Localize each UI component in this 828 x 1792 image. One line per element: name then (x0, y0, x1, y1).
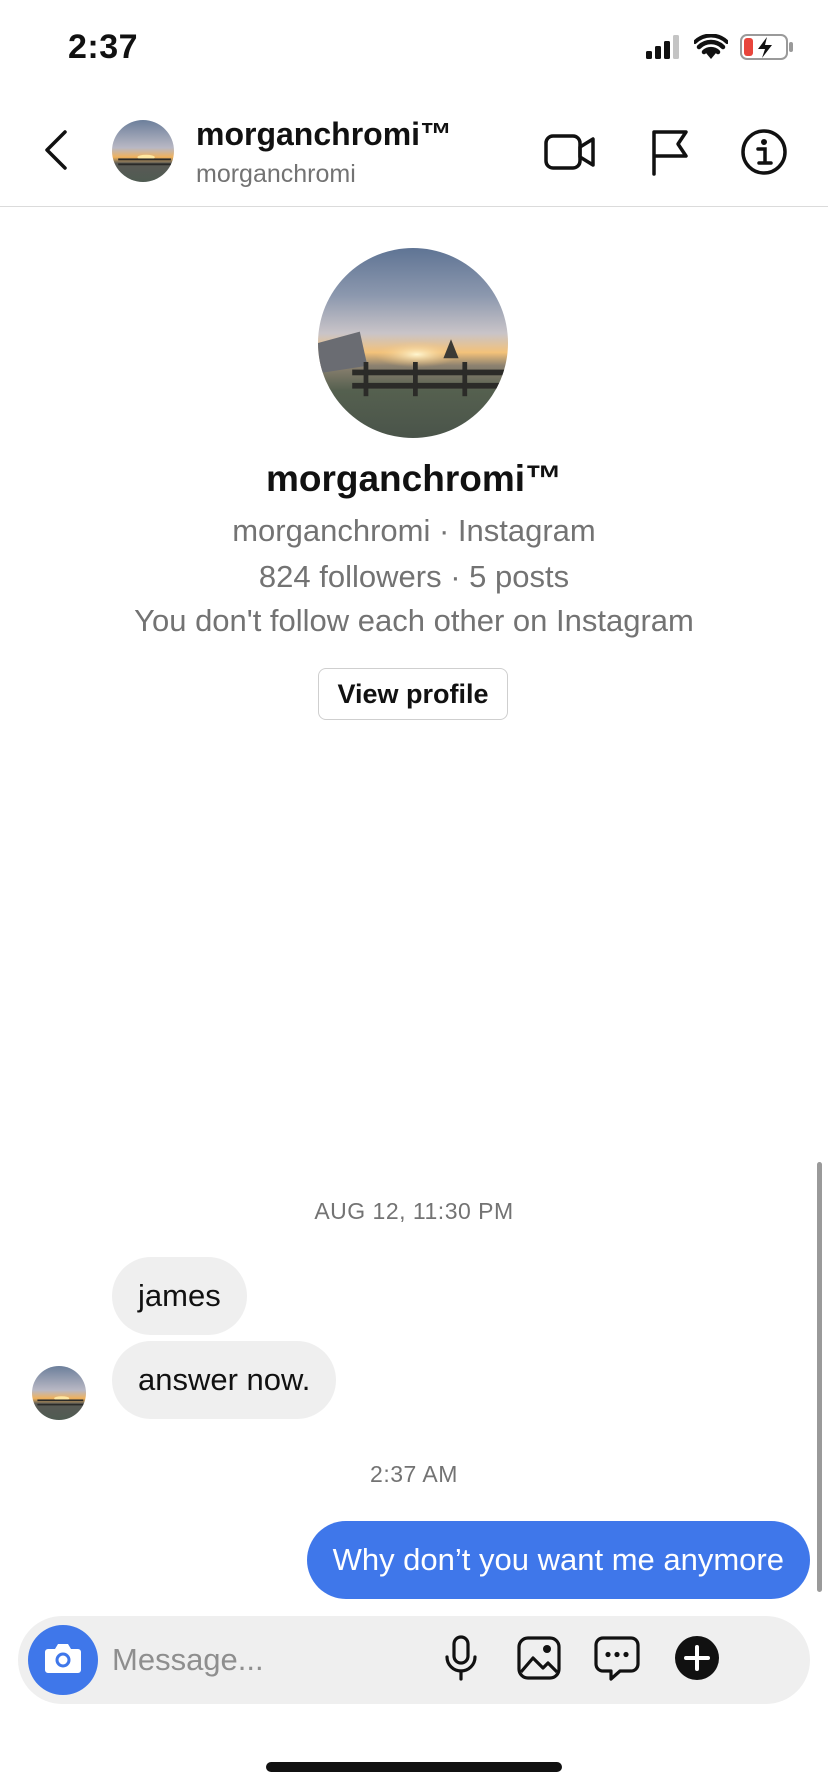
header-display-name[interactable]: morganchromi™ (196, 116, 452, 153)
sender-avatar[interactable] (32, 1366, 86, 1420)
profile-stats-line: 824 followers · 5 posts (258, 559, 570, 594)
profile-source-line: morganchromi · Instagram (232, 513, 596, 548)
sticker-chat-icon (594, 1635, 640, 1686)
home-indicator (266, 1762, 562, 1772)
scrollbar[interactable] (817, 1162, 822, 1592)
voice-message-button[interactable] (436, 1634, 486, 1686)
status-time: 2:37 (68, 28, 139, 66)
report-button[interactable] (644, 128, 696, 180)
flag-icon (648, 128, 692, 181)
message-composer (18, 1616, 810, 1704)
video-camera-icon (544, 132, 596, 177)
status-icons (646, 33, 794, 65)
profile-display-name: morganchromi™ (265, 458, 563, 499)
sticker-button[interactable] (592, 1635, 642, 1685)
profile-avatar[interactable] (318, 248, 508, 438)
incoming-message-bubble[interactable]: answer now. (112, 1341, 337, 1419)
chat-header: morganchromi™ morganchromi (0, 100, 828, 207)
add-icon (673, 1634, 721, 1687)
back-button[interactable] (36, 126, 76, 178)
back-chevron-icon (43, 129, 69, 176)
message-input[interactable] (112, 1630, 412, 1690)
battery-charging-icon (740, 34, 794, 65)
gallery-icon (517, 1635, 561, 1685)
wifi-icon (693, 33, 729, 65)
header-username[interactable]: morganchromi (196, 160, 356, 189)
camera-icon (44, 1642, 82, 1679)
more-options-button[interactable] (672, 1635, 722, 1685)
profile-follow-status: You don't follow each other on Instagram (134, 603, 694, 638)
video-call-button[interactable] (544, 128, 596, 180)
camera-button[interactable] (28, 1625, 98, 1695)
message-timestamp: AUG 12, 11:30 PM (314, 1198, 514, 1224)
info-button[interactable] (738, 128, 790, 180)
gallery-button[interactable] (514, 1635, 564, 1685)
status-bar: 2:37 (0, 0, 828, 100)
view-profile-button[interactable]: View profile (318, 668, 508, 720)
message-timestamp: 2:37 AM (370, 1461, 458, 1487)
info-icon (740, 128, 788, 181)
incoming-message-bubble[interactable]: james (112, 1257, 247, 1335)
microphone-icon (444, 1634, 478, 1686)
outgoing-message-bubble[interactable]: Why don’t you want me anymore (306, 1521, 810, 1599)
header-avatar[interactable] (112, 120, 174, 182)
cellular-signal-icon (646, 35, 682, 64)
